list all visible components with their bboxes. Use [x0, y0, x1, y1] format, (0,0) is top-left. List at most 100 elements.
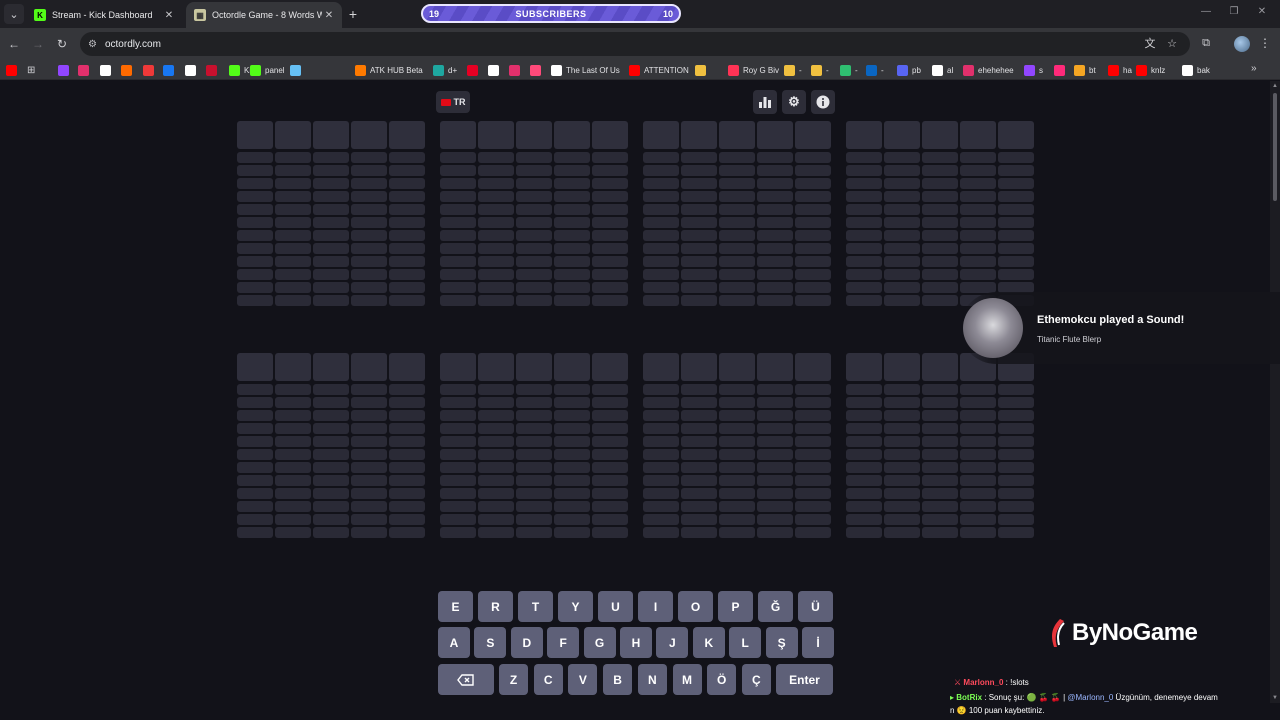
key-u[interactable]: U [598, 591, 633, 622]
key-b[interactable]: B [603, 664, 633, 695]
key-ü[interactable]: Ü [798, 591, 833, 622]
bookmark-item[interactable] [78, 63, 93, 77]
letter-cell [998, 397, 1034, 408]
enter-key[interactable]: Enter [776, 664, 833, 695]
key-p[interactable]: P [718, 591, 753, 622]
maximize-icon[interactable]: ❐ [1224, 6, 1244, 17]
bookmark-star-icon[interactable]: ☆ [1164, 35, 1180, 51]
scroll-up-icon[interactable]: ▲ [1272, 83, 1278, 89]
bookmark-item[interactable] [695, 63, 710, 77]
close-window-icon[interactable]: ✕ [1252, 6, 1272, 17]
apps-grid-icon[interactable]: ⊞ [27, 63, 35, 77]
bookmark-item[interactable]: panel [250, 63, 285, 77]
bookmark-item[interactable]: The Last Of Us [551, 63, 620, 77]
key-f[interactable]: F [547, 627, 580, 658]
profile-avatar[interactable] [1234, 36, 1250, 52]
bookmark-item[interactable]: ehehehee [963, 63, 1014, 77]
bookmark-item[interactable]: al [932, 63, 953, 77]
key-r[interactable]: R [478, 591, 513, 622]
key-m[interactable]: M [672, 664, 702, 695]
key-l[interactable]: L [729, 627, 762, 658]
bookmark-item[interactable] [530, 63, 545, 77]
extensions-icon[interactable]: ⧉ [1198, 35, 1214, 51]
key-a[interactable]: A [438, 627, 470, 658]
bookmark-item[interactable]: - [866, 63, 884, 77]
key-y[interactable]: Y [558, 591, 593, 622]
key-ç[interactable]: Ç [741, 664, 771, 695]
bookmark-item[interactable]: d+ [433, 63, 457, 77]
more-bookmarks-icon[interactable]: » [1251, 63, 1257, 74]
letter-cell [922, 243, 958, 254]
reload-icon[interactable]: ↻ [54, 36, 70, 52]
bookmark-item[interactable] [185, 63, 200, 77]
key-i[interactable]: I [638, 591, 673, 622]
bookmark-item[interactable] [1054, 63, 1069, 77]
bookmark-item[interactable]: pb [897, 63, 921, 77]
bookmark-item[interactable]: - [840, 63, 858, 77]
key-o[interactable]: O [678, 591, 713, 622]
letter-cell [440, 514, 476, 525]
key-i̇[interactable]: İ [802, 627, 834, 658]
scroll-thumb[interactable] [1273, 93, 1277, 201]
info-icon[interactable] [811, 90, 835, 114]
backspace-key[interactable] [438, 664, 494, 695]
key-g[interactable]: G [583, 627, 616, 658]
tab-search-button[interactable]: ⌄ [4, 4, 24, 24]
stats-icon[interactable] [753, 90, 777, 114]
bookmark-item[interactable]: bt [1074, 63, 1096, 77]
bookmark-item[interactable] [6, 63, 21, 77]
bookmark-item[interactable]: bak [1182, 63, 1210, 77]
bookmark-item[interactable]: - [811, 63, 829, 77]
key-e[interactable]: E [438, 591, 473, 622]
key-h[interactable]: H [620, 627, 652, 658]
bookmark-item[interactable]: Roy G Biv [728, 63, 779, 77]
bookmark-item[interactable]: s [1024, 63, 1043, 77]
translate-icon[interactable]: 文 [1142, 35, 1158, 51]
bookmark-item[interactable] [290, 63, 305, 77]
key-k[interactable]: K [692, 627, 725, 658]
bookmark-item[interactable]: ha [1108, 63, 1132, 77]
key-ö[interactable]: Ö [707, 664, 737, 695]
bookmark-item[interactable] [100, 63, 115, 77]
language-button[interactable]: TR [436, 91, 470, 113]
minimize-icon[interactable]: — [1196, 6, 1216, 17]
new-tab-button[interactable]: + [345, 5, 361, 23]
letter-cell [516, 436, 552, 447]
back-icon[interactable]: ← [6, 36, 22, 52]
key-n[interactable]: N [637, 664, 667, 695]
site-info-icon[interactable]: ⚙ [88, 39, 97, 50]
tab-octordle[interactable]: ▦ Octordle Game - 8 Words Wor ✕ [186, 2, 342, 28]
key-s[interactable]: S [474, 627, 507, 658]
guess-row [440, 230, 628, 241]
address-bar[interactable]: ⚙ octordly.com [80, 32, 1190, 56]
bookmark-item[interactable] [58, 63, 73, 77]
key-d[interactable]: D [510, 627, 543, 658]
bookmark-item[interactable] [206, 63, 221, 77]
settings-gear-icon[interactable]: ⚙ [782, 90, 806, 114]
bookmark-item[interactable] [488, 63, 503, 77]
bookmark-item[interactable]: - [784, 63, 802, 77]
key-ş[interactable]: Ş [765, 627, 798, 658]
close-tab-icon[interactable]: ✕ [322, 8, 336, 22]
bookmark-item[interactable]: knlz [1136, 63, 1165, 77]
tab-kick-dashboard[interactable]: K Stream - Kick Dashboard ✕ [26, 2, 182, 28]
key-t[interactable]: T [518, 591, 553, 622]
key-j[interactable]: J [656, 627, 689, 658]
page-scrollbar[interactable]: ▲ ▼ [1270, 81, 1280, 703]
key-v[interactable]: V [568, 664, 598, 695]
close-tab-icon[interactable]: ✕ [162, 8, 176, 22]
bookmark-item[interactable] [143, 63, 158, 77]
bookmark-item[interactable]: ATTENTION [629, 63, 689, 77]
key-z[interactable]: Z [499, 664, 528, 695]
browser-menu-icon[interactable]: ⋮ [1259, 36, 1271, 50]
bookmark-item[interactable] [163, 63, 178, 77]
forward-icon[interactable]: → [30, 36, 46, 52]
bookmark-item[interactable] [509, 63, 524, 77]
bookmark-item[interactable] [121, 63, 136, 77]
key-ğ[interactable]: Ğ [758, 591, 793, 622]
letter-cell [960, 121, 996, 149]
letter-cell [389, 514, 425, 525]
bookmark-item[interactable] [467, 63, 482, 77]
key-c[interactable]: C [533, 664, 563, 695]
bookmark-item[interactable]: ATK HUB Beta [355, 63, 423, 77]
